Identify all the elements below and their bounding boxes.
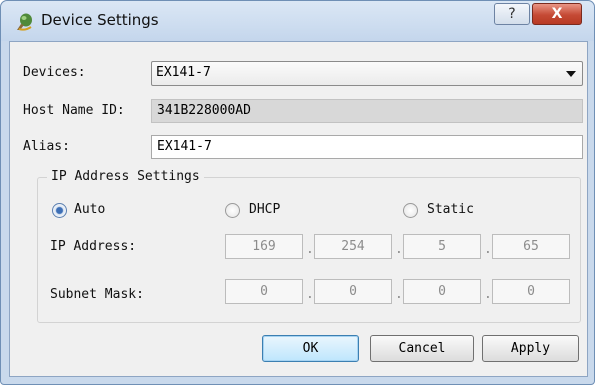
ip-address-octet-4[interactable]: 65 (492, 234, 570, 259)
subnet-mask-octet-3[interactable]: 0 (403, 279, 481, 304)
subnet-mask-label: Subnet Mask: (50, 287, 144, 302)
devices-dropdown[interactable]: EX141-7 (151, 61, 583, 86)
host-name-id-field: 341B228000AD (151, 99, 583, 123)
ip-address-octet-1[interactable]: 169 (225, 234, 303, 259)
ip-address-octet-2[interactable]: 254 (314, 234, 392, 259)
help-button[interactable]: ? (494, 3, 530, 25)
static-radio[interactable] (403, 203, 418, 218)
ok-button[interactable]: OK (262, 335, 359, 362)
devices-selected-value: EX141-7 (156, 65, 211, 80)
alias-label: Alias: (23, 139, 70, 154)
auto-radio-label[interactable]: Auto (74, 202, 105, 217)
ip-address-octet-3[interactable]: 5 (403, 234, 481, 259)
static-radio-label[interactable]: Static (427, 202, 474, 217)
subnet-separator: . (306, 287, 314, 302)
alias-field[interactable]: EX141-7 (151, 135, 583, 159)
close-button[interactable]: X (532, 3, 582, 25)
dhcp-radio-label[interactable]: DHCP (249, 202, 280, 217)
dhcp-radio[interactable] (225, 203, 240, 218)
subnet-separator: . (395, 287, 403, 302)
subnet-mask-octet-2[interactable]: 0 (314, 279, 392, 304)
host-name-id-label: Host Name ID: (23, 103, 125, 118)
auto-radio[interactable] (52, 203, 67, 218)
device-settings-dialog: Device Settings ? X Devices: EX141-7 Hos… (0, 0, 595, 385)
subnet-mask-octet-1[interactable]: 0 (225, 279, 303, 304)
subnet-separator: . (484, 287, 492, 302)
title-bar[interactable]: Device Settings ? X (1, 1, 594, 41)
apply-button[interactable]: Apply (482, 335, 579, 362)
ip-separator: . (306, 242, 314, 257)
ip-separator: . (484, 242, 492, 257)
window-title: Device Settings (41, 11, 159, 29)
dialog-body: Devices: EX141-7 Host Name ID: 341B22800… (9, 41, 588, 377)
app-icon (17, 13, 32, 31)
devices-label: Devices: (23, 65, 86, 80)
ip-address-settings-title: IP Address Settings (47, 169, 204, 184)
ip-separator: . (395, 242, 403, 257)
cancel-button[interactable]: Cancel (370, 335, 474, 362)
ip-address-label: IP Address: (50, 239, 137, 254)
chevron-down-icon[interactable] (566, 71, 576, 77)
subnet-mask-octet-4[interactable]: 0 (492, 279, 570, 304)
